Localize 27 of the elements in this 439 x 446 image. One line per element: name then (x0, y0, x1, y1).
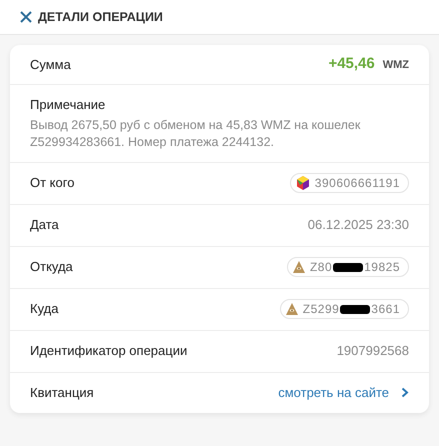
row-label: Примечание (30, 96, 106, 114)
pyramid-icon (284, 302, 299, 316)
wallet-number: Z5299 3661 (302, 301, 400, 318)
pyramid-icon (292, 260, 306, 274)
wallet-chip[interactable]: Z80 19825 (286, 257, 409, 277)
note-text: Вывод 2675,50 руб с обменом на 45,83 WMZ на кошелек Z529934283661. Номер платежа 2244132. (30, 116, 362, 150)
amount-value: +45,46 (328, 54, 375, 74)
currency-unit: WMZ (382, 58, 409, 74)
view-on-site-link[interactable]: смотреть на сайте (278, 382, 409, 402)
row-label: Квитанция (30, 384, 94, 402)
row-label: Идентификатор операции (30, 342, 188, 360)
row-value: 1907992568 (336, 342, 409, 360)
row-label: Дата (30, 216, 59, 234)
chevron-right-icon (401, 387, 409, 398)
row-value: 06.12.2025 23:30 (308, 216, 409, 234)
row-label: Сумма (30, 56, 71, 74)
page-title: ДЕТАЛИ ОПЕРАЦИИ (38, 8, 163, 26)
cube-icon (294, 175, 311, 191)
row-label: От кого (30, 174, 74, 192)
wallet-number: Z80 19825 (310, 259, 400, 276)
wallet-chip[interactable]: Z5299 3661 (280, 299, 409, 319)
wallet-chip[interactable]: 390606661191 (290, 173, 409, 193)
row-label: Куда (30, 300, 58, 318)
row-label: Откуда (30, 258, 73, 276)
close-button[interactable] (20, 11, 32, 23)
wallet-number: 390606661191 (314, 175, 400, 192)
close-icon (20, 11, 32, 23)
